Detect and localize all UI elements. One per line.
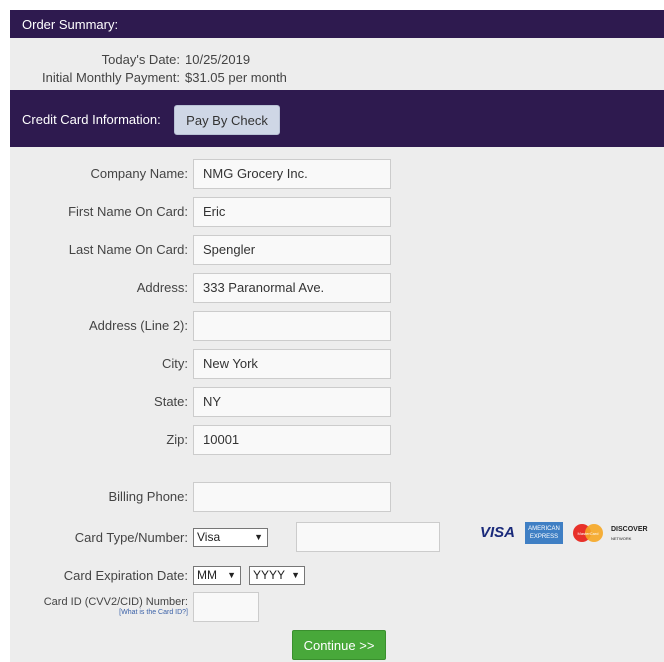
card-type-label: Card Type/Number: — [74, 530, 188, 545]
order-summary-header: Order Summary: — [10, 10, 664, 38]
pay-by-check-button[interactable]: Pay By Check — [174, 105, 280, 135]
todays-date-value: 10/25/2019 — [185, 52, 251, 67]
amex-line2: EXPRESS — [529, 534, 559, 540]
order-summary-title: Order Summary: — [22, 17, 119, 32]
billing-phone-field[interactable] — [193, 482, 391, 512]
chevron-down-icon: ▼ — [254, 532, 263, 542]
order-summary-panel: Today's Date: 10/25/2019 Initial Monthly… — [10, 38, 664, 90]
company-name-label: Company Name: — [90, 166, 188, 181]
address2-label: Address (Line 2): — [89, 318, 188, 333]
exp-month-value: MM — [197, 568, 217, 582]
city-field[interactable]: New York — [193, 349, 391, 379]
city-label: City: — [162, 356, 188, 371]
discover-sub: NETWORK — [611, 536, 632, 541]
credit-card-header: Credit Card Information: Pay By Check — [10, 90, 664, 147]
chevron-down-icon: ▼ — [227, 570, 236, 580]
payment-page: Order Summary: Today's Date: 10/25/2019 … — [0, 0, 664, 662]
visa-icon: VISA — [480, 524, 516, 541]
address2-field[interactable] — [193, 311, 391, 341]
continue-button[interactable]: Continue >> — [292, 630, 386, 660]
todays-date-label: Today's Date: — [101, 52, 180, 67]
zip-label: Zip: — [166, 432, 188, 447]
card-id-field[interactable] — [193, 592, 259, 622]
amex-icon: AMERICAN EXPRESS — [525, 522, 563, 544]
first-name-label: First Name On Card: — [68, 204, 188, 219]
state-field[interactable]: NY — [193, 387, 391, 417]
chevron-down-icon: ▼ — [291, 570, 300, 580]
address-field[interactable]: 333 Paranormal Ave. — [193, 273, 391, 303]
state-label: State: — [154, 394, 188, 409]
credit-card-title: Credit Card Information: — [22, 112, 161, 127]
last-name-field[interactable]: Spengler — [193, 235, 391, 265]
first-name-field[interactable]: Eric — [193, 197, 391, 227]
card-logos: VISA AMERICAN EXPRESS MasterCard DISCOVE… — [480, 522, 650, 544]
address-label: Address: — [136, 280, 188, 295]
credit-card-form: Company Name: NMG Grocery Inc. First Nam… — [10, 147, 664, 662]
mastercard-text: MasterCard — [578, 531, 599, 536]
expiration-label: Card Expiration Date: — [63, 568, 188, 583]
exp-month-select[interactable]: MM ▼ — [193, 566, 241, 585]
payment-label: Initial Monthly Payment: — [41, 70, 180, 85]
card-number-field[interactable] — [296, 522, 440, 552]
card-type-value: Visa — [197, 530, 221, 544]
mastercard-icon: MasterCard — [570, 522, 606, 544]
zip-field[interactable]: 10001 — [193, 425, 391, 455]
discover-icon: DISCOVER NETWORK — [611, 522, 651, 547]
card-type-select[interactable]: Visa ▼ — [193, 528, 268, 547]
discover-text: DISCOVER — [611, 526, 648, 533]
payment-value: $31.05 per month — [185, 70, 287, 85]
billing-phone-label: Billing Phone: — [108, 489, 189, 504]
exp-year-value: YYYY — [253, 568, 286, 582]
amex-line1: AMERICAN — [528, 526, 560, 532]
exp-year-select[interactable]: YYYY ▼ — [249, 566, 305, 585]
last-name-label: Last Name On Card: — [68, 242, 188, 257]
card-id-help-link[interactable]: [What is the Card ID?] — [10, 609, 188, 616]
card-id-label: Card ID (CVV2/CID) Number: — [43, 596, 188, 608]
company-name-field[interactable]: NMG Grocery Inc. — [193, 159, 391, 189]
